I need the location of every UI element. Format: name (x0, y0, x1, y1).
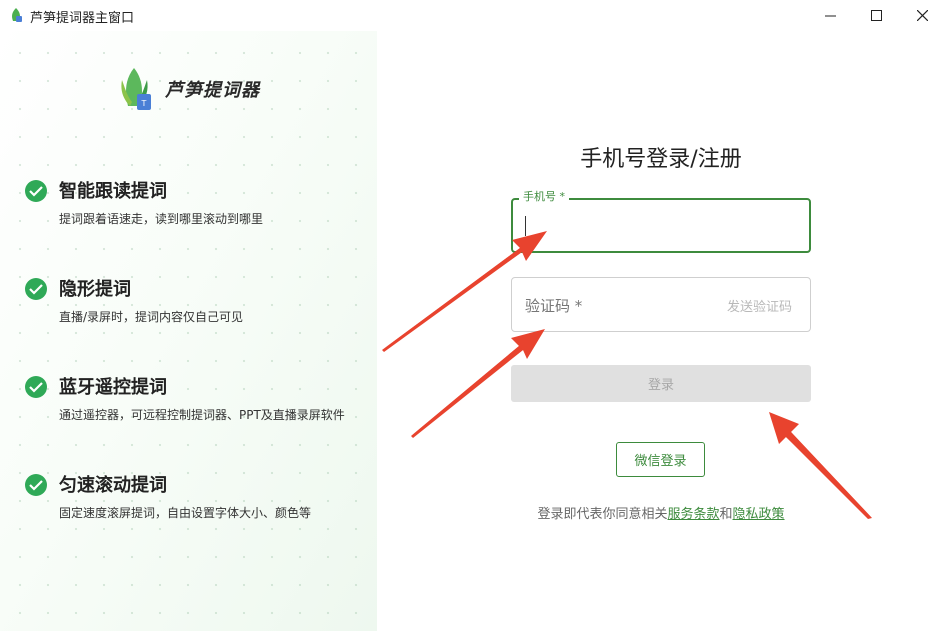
maximize-icon (870, 10, 882, 21)
asparagus-logo-icon: T (121, 68, 151, 110)
dot-pattern-background (0, 31, 377, 631)
phone-input[interactable] (525, 210, 795, 240)
feature-description: 提词跟着语速走，读到哪里滚动到哪里 (59, 212, 264, 226)
check-circle-icon (25, 278, 47, 300)
logo-badge-text: T (141, 99, 147, 108)
feature-description: 固定速度滚屏提词，自由设置字体大小、颜色等 (59, 506, 312, 520)
feature-description: 通过遥控器，可远程控制提词器、PPT及直播录屏软件 (59, 408, 345, 422)
app-logo-icon (12, 8, 22, 22)
feature-title: 隐形提词 (59, 279, 131, 300)
brand-name: 芦笋提词器 (165, 80, 260, 101)
minimize-button[interactable] (807, 0, 853, 31)
login-title: 手机号登录/注册 (580, 147, 742, 172)
feature-title: 智能跟读提词 (59, 181, 167, 202)
feature-description: 直播/录屏时，提词内容仅自己可见 (59, 310, 244, 324)
verification-code-placeholder: 验证码 * (525, 297, 583, 315)
title-bar: 芦笋提词器主窗口 (0, 0, 945, 31)
check-circle-icon (25, 180, 47, 202)
maximize-button[interactable] (853, 0, 899, 31)
send-code-button[interactable]: 发送验证码 (727, 296, 792, 315)
phone-field[interactable] (511, 198, 811, 253)
brand: T 芦笋提词器 (117, 66, 260, 112)
verification-code-field[interactable]: 验证码 * 发送验证码 (511, 277, 811, 332)
agreement-prefix: 登录即代表你同意相关 (537, 507, 668, 522)
window-title: 芦笋提词器主窗口 (30, 11, 135, 26)
minimize-icon (824, 15, 836, 17)
close-icon (916, 10, 928, 21)
close-button[interactable] (899, 0, 945, 31)
text-caret (525, 216, 526, 236)
wechat-login-button[interactable]: 微信登录 (616, 442, 705, 477)
agreement-text: 登录即代表你同意相关服务条款和隐私政策 (511, 503, 811, 522)
privacy-policy-link[interactable]: 隐私政策 (733, 507, 785, 522)
login-button[interactable]: 登录 (511, 365, 811, 402)
app-window: 芦笋提词器主窗口 T 芦笋提词器 智能跟读提词 提词跟着语速走，读到哪里滚动到哪… (0, 0, 945, 631)
agreement-and: 和 (719, 507, 733, 522)
check-circle-icon (25, 376, 47, 398)
phone-field-label: 手机号 * (519, 188, 569, 204)
terms-of-service-link[interactable]: 服务条款 (667, 507, 719, 522)
feature-panel: T 芦笋提词器 智能跟读提词 提词跟着语速走，读到哪里滚动到哪里 隐形提词 直播… (0, 31, 377, 631)
check-circle-icon (25, 474, 47, 496)
feature-title: 蓝牙遥控提词 (59, 377, 167, 398)
feature-title: 匀速滚动提词 (59, 475, 167, 496)
